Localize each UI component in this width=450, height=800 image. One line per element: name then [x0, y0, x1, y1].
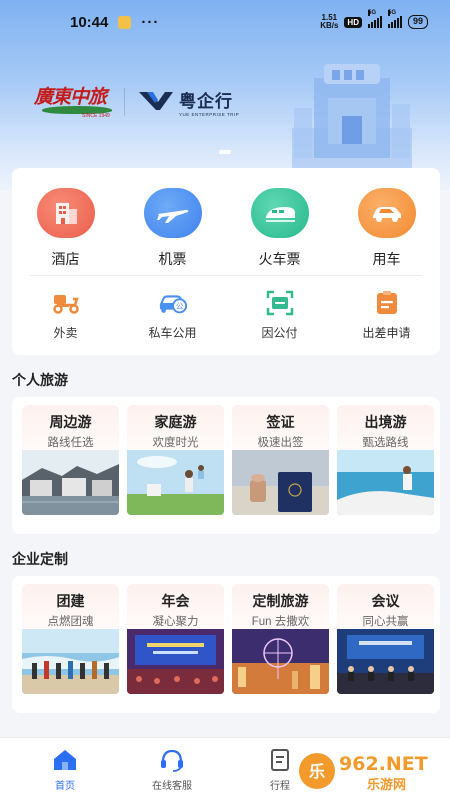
- signal-icon: 5G: [367, 10, 382, 28]
- personal-travel-card: 周边游 路线任选 家庭游 欢度时光 签证 极速出签 出境游 甄选路线: [12, 397, 440, 534]
- svg-text:962.NET: 962.NET: [339, 753, 428, 775]
- network-speed: 1.51 KB/s: [320, 13, 339, 30]
- section-title-enterprise: 企业定制: [12, 551, 68, 567]
- tile-team-building[interactable]: 团建 点燃团魂: [22, 584, 119, 694]
- clock: 10:44: [70, 13, 109, 31]
- tile-custom-travel[interactable]: 定制旅游 Fun 去撒欢: [232, 584, 329, 694]
- tab-home[interactable]: 首页: [25, 748, 105, 792]
- plane-icon: [143, 188, 202, 238]
- train-icon: [250, 188, 309, 238]
- service-hotel[interactable]: 酒店: [12, 188, 119, 269]
- svg-text:公: 公: [175, 302, 183, 311]
- divider: [30, 275, 422, 276]
- quick-private-car[interactable]: 公 私车公用: [119, 290, 226, 341]
- tile-conference[interactable]: 会议 同心共赢: [337, 584, 434, 694]
- tab-online-service[interactable]: 在线客服: [132, 748, 212, 792]
- svg-text:乐游网: 乐游网: [367, 777, 406, 793]
- building-illustration: [292, 64, 412, 168]
- banner-pager-indicator: [219, 150, 231, 154]
- service-car[interactable]: 用车: [333, 188, 440, 269]
- quick-company-pay[interactable]: 因公付: [226, 290, 333, 341]
- car-icon: [357, 188, 416, 238]
- nearby-tour-photo: [22, 450, 119, 515]
- tile-family-tour[interactable]: 家庭游 欢度时光: [127, 405, 224, 515]
- tile-annual-party[interactable]: 年会 凝心聚力: [127, 584, 224, 694]
- battery-icon: 99: [407, 15, 428, 29]
- services-card: 酒店 机票 火车票 用车 外卖 公 私车公用 因公付 出差申请: [12, 168, 440, 355]
- watermark: 乐 962.NET 乐游网: [297, 748, 442, 794]
- itinerary-icon: [271, 749, 289, 771]
- family-tour-photo: [127, 450, 224, 515]
- scooter-icon: [51, 290, 81, 316]
- more-notifications: ···: [141, 13, 160, 31]
- tile-visa[interactable]: 签证 极速出签: [232, 405, 329, 515]
- home-icon: [54, 750, 76, 770]
- quick-travel-request[interactable]: 出差申请: [333, 290, 440, 341]
- hotel-icon: [36, 188, 95, 238]
- travel-request-icon: [372, 290, 402, 316]
- brand-logos: 廣東中旅 SINCE 1949 粤企行 YUE ENTERPRISE TRIP: [34, 82, 239, 122]
- hd-voice-icon: HD: [344, 16, 362, 28]
- private-car-icon: 公: [158, 290, 188, 316]
- svg-text:乐: 乐: [309, 762, 325, 781]
- tile-outbound-tour[interactable]: 出境游 甄选路线: [337, 405, 434, 515]
- visa-photo: [232, 450, 329, 515]
- guangzhong-logo: 廣東中旅 SINCE 1949: [34, 82, 116, 122]
- notification-icon: [118, 15, 132, 29]
- quick-takeout[interactable]: 外卖: [12, 290, 119, 341]
- enterprise-custom-card: 团建 点燃团魂 年会 凝心聚力 定制旅游 Fun 去撒欢 会议 同心共赢: [12, 576, 440, 713]
- annual-party-photo: [127, 629, 224, 694]
- team-building-photo: [22, 629, 119, 694]
- conference-photo: [337, 629, 434, 694]
- status-bar: 10:44 ··· 1.51 KB/s HD 5G 5G 99: [0, 0, 450, 44]
- scan-pay-icon: [265, 290, 295, 316]
- service-train[interactable]: 火车票: [226, 188, 333, 269]
- signal-icon-2: 5G: [387, 10, 402, 28]
- service-flight[interactable]: 机票: [119, 188, 226, 269]
- tile-nearby-tour[interactable]: 周边游 路线任选: [22, 405, 119, 515]
- section-title-personal: 个人旅游: [12, 372, 68, 388]
- headset-icon: [161, 749, 183, 772]
- yueqixing-mark-icon: [139, 92, 173, 110]
- custom-travel-photo: [232, 629, 329, 694]
- yueqixing-logo: 粤企行 YUE ENTERPRISE TRIP: [137, 87, 239, 117]
- outbound-tour-photo: [337, 450, 434, 515]
